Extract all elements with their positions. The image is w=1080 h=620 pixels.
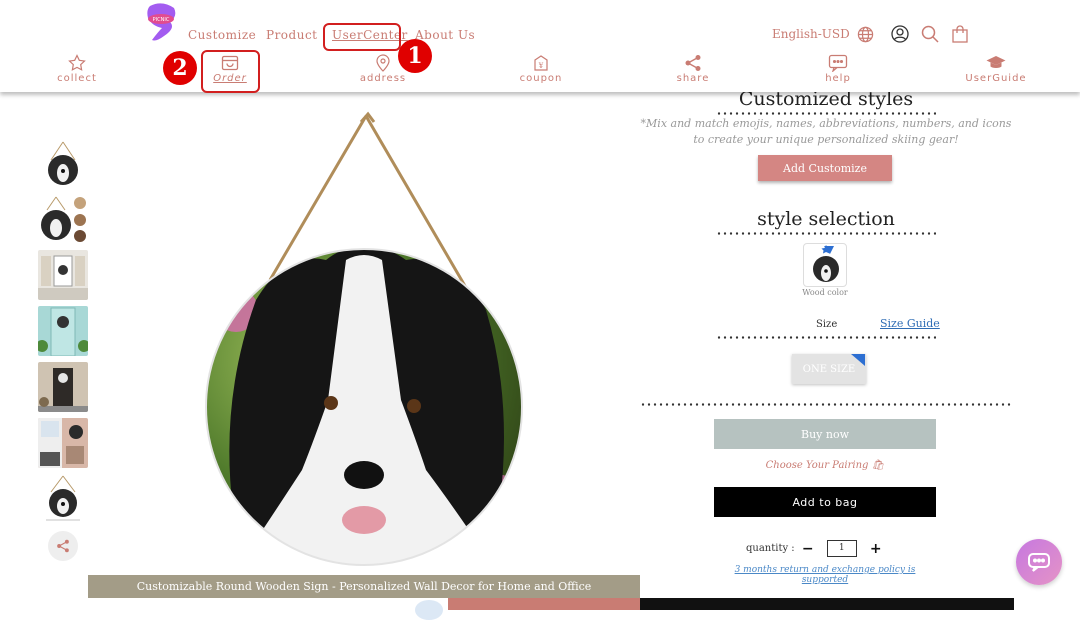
coupon-icon: ¥ — [534, 55, 548, 71]
annotation-box-usercenter — [323, 23, 401, 51]
pairing-label: Choose Your Pairing — [765, 460, 869, 471]
style-option-wood[interactable] — [803, 243, 847, 287]
header-tools: English-USD — [772, 24, 970, 44]
size-guide-link[interactable]: Size Guide — [880, 317, 940, 330]
annotation-box-order — [201, 50, 260, 93]
pairing-icon: 🛍 — [871, 460, 885, 471]
product-main-image — [196, 110, 536, 580]
product-thumbnail[interactable] — [38, 195, 88, 245]
style-selection-title: style selection — [757, 208, 895, 230]
product-thumbnail[interactable] — [38, 362, 88, 412]
globe-icon[interactable] — [856, 24, 876, 44]
product-thumbnail[interactable] — [38, 306, 88, 356]
nav-customize[interactable]: Customize — [188, 28, 256, 42]
subnav-coupon[interactable]: ¥ coupon — [501, 54, 581, 84]
dotted-divider — [716, 232, 936, 235]
product-thumbnail[interactable] — [38, 140, 88, 190]
bottom-pink-strip — [448, 598, 640, 610]
live-chat-button[interactable] — [1016, 539, 1062, 585]
nav-product[interactable]: Product — [266, 28, 318, 42]
subnav-label: share — [676, 73, 710, 84]
dotted-divider — [640, 403, 1012, 406]
subnav-label: collect — [57, 73, 97, 84]
brand-logo[interactable]: PICNIC — [144, 2, 180, 42]
product-thumbnail[interactable] — [38, 474, 88, 524]
subnav-label: address — [359, 73, 407, 84]
bottom-black-strip — [640, 598, 1014, 610]
return-policy-link[interactable]: 3 months return and exchange policy is s… — [714, 565, 936, 585]
star-icon — [68, 54, 86, 71]
add-to-bag-button[interactable]: Add to bag — [714, 487, 936, 517]
top-navigation: PICNIC Customize Product UserCenter Abou… — [0, 0, 1080, 93]
language-currency-selector[interactable]: English-USD — [772, 27, 850, 41]
dotted-divider — [716, 112, 936, 115]
selected-badge-icon — [851, 354, 865, 366]
user-icon[interactable] — [890, 24, 910, 44]
subnav-userguide[interactable]: UserGuide — [956, 54, 1036, 84]
location-pin-icon — [376, 54, 390, 72]
product-thumbnail[interactable] — [38, 418, 88, 468]
style-option-label: Wood color — [802, 288, 848, 297]
chat-help-icon — [828, 54, 848, 72]
subnav-address[interactable]: address — [343, 54, 423, 84]
product-thumbnail[interactable] — [38, 250, 88, 300]
bottom-indicator — [415, 600, 443, 620]
customize-description: *Mix and match emojis, names, abbreviati… — [640, 117, 1012, 146]
quantity-input[interactable]: 1 — [826, 540, 857, 557]
buy-now-button[interactable]: Buy now — [714, 419, 936, 449]
share-product-button[interactable] — [48, 531, 78, 561]
share-icon — [57, 539, 69, 553]
svg-text:PICNIC: PICNIC — [153, 17, 170, 23]
subnav-label: coupon — [519, 73, 563, 84]
quantity-increase-button[interactable]: + — [869, 541, 883, 557]
dotted-divider — [716, 336, 936, 339]
share-icon — [685, 55, 701, 71]
choose-pairing-link[interactable]: Choose Your Pairing 🛍 — [714, 460, 936, 471]
product-caption: Customizable Round Wooden Sign - Persona… — [88, 575, 640, 598]
svg-text:¥: ¥ — [538, 62, 544, 70]
quantity-label: quantity : — [746, 543, 795, 554]
subnav-label: UserGuide — [965, 73, 1027, 84]
subnav-collect[interactable]: collect — [37, 54, 117, 84]
chat-icon — [1028, 553, 1050, 572]
subnav-help[interactable]: help — [798, 54, 878, 84]
subnav-share[interactable]: share — [653, 54, 733, 84]
bag-icon[interactable] — [950, 24, 970, 44]
annotation-number-2: 2 — [163, 51, 197, 85]
quantity-stepper: quantity : − 1 + — [746, 540, 883, 557]
add-customize-button[interactable]: Add Customize — [758, 155, 892, 181]
graduation-cap-icon — [986, 56, 1006, 68]
size-label: Size — [816, 319, 838, 330]
nav-about-us[interactable]: About Us — [415, 28, 475, 42]
quantity-decrease-button[interactable]: − — [801, 541, 815, 557]
search-icon[interactable] — [920, 24, 940, 44]
subnav-label: help — [825, 73, 851, 84]
